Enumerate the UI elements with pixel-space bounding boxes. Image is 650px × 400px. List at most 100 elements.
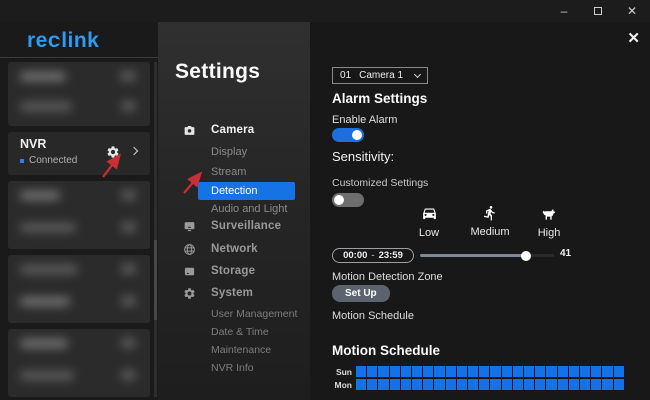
nav-item-nvr-info[interactable]: NVR Info (211, 362, 254, 374)
nvr-name: NVR (20, 137, 47, 151)
nav-section-network[interactable]: Network (183, 242, 258, 256)
schedule-cell[interactable] (501, 366, 512, 377)
schedule-cell[interactable] (580, 366, 591, 377)
camera-select-dropdown[interactable]: 01 Camera 1 (332, 67, 428, 84)
toggle-knob (334, 195, 344, 205)
schedule-cell[interactable] (367, 379, 378, 390)
schedule-cell[interactable] (602, 366, 613, 377)
schedule-cell[interactable] (456, 366, 468, 377)
nav-section-surveillance[interactable]: Surveillance (183, 219, 281, 233)
schedule-cell[interactable] (479, 366, 490, 377)
blurred-icon (120, 71, 136, 81)
schedule-cell[interactable] (490, 366, 501, 377)
schedule-cell[interactable] (535, 366, 546, 377)
schedule-cell[interactable] (602, 379, 613, 390)
dialog-close-button[interactable]: ✕ (627, 29, 640, 47)
schedule-cell[interactable] (591, 379, 602, 390)
vehicle-icon (394, 205, 464, 223)
nav-item-maintenance[interactable]: Maintenance (211, 344, 271, 356)
schedule-cell[interactable] (445, 379, 456, 390)
schedule-cell[interactable] (535, 379, 546, 390)
schedule-grid: Sun Mon (332, 366, 628, 392)
nav-item-user-management[interactable]: User Management (211, 308, 297, 320)
minimize-button[interactable]: – (552, 2, 576, 20)
nav-item-audio-and-light[interactable]: Audio and Light (211, 203, 287, 215)
maximize-icon (594, 7, 602, 15)
nav-item-stream[interactable]: Stream (211, 166, 246, 178)
camera-name: Camera 1 (359, 70, 404, 81)
schedule-cell[interactable] (512, 366, 524, 377)
gear-icon (183, 287, 196, 300)
schedule-cell[interactable] (356, 379, 367, 390)
schedule-cell[interactable] (378, 366, 389, 377)
schedule-cell[interactable] (568, 379, 580, 390)
schedule-cell[interactable] (468, 366, 479, 377)
maximize-button[interactable] (586, 2, 610, 20)
schedule-cell[interactable] (389, 379, 400, 390)
schedule-cell[interactable] (356, 366, 367, 377)
nvr-list-item[interactable]: NVR Connected (8, 132, 150, 175)
schedule-cell[interactable] (557, 379, 568, 390)
schedule-cell[interactable] (456, 379, 468, 390)
sensitivity-slider-knob[interactable] (520, 250, 531, 261)
nav-item-date-time[interactable]: Date & Time (211, 326, 269, 338)
nav-section-system[interactable]: System (183, 286, 253, 300)
schedule-day-label: Mon (334, 379, 352, 390)
nvr-settings-gear-icon[interactable] (106, 145, 120, 164)
chevron-down-icon (413, 70, 422, 79)
customized-settings-toggle[interactable] (332, 193, 364, 207)
chevron-right-icon[interactable] (129, 146, 139, 156)
sidebar-scrollbar[interactable] (154, 62, 157, 397)
schedule-cell[interactable] (423, 366, 434, 377)
blurred-icon (121, 370, 136, 380)
camera-list-item-blurred[interactable] (8, 62, 150, 126)
camera-list-item-blurred[interactable] (8, 255, 150, 323)
schedule-cell[interactable] (546, 379, 557, 390)
camera-list-item-blurred[interactable] (8, 329, 150, 397)
schedule-cell[interactable] (400, 379, 412, 390)
logo-text: re (27, 29, 48, 52)
schedule-cell[interactable] (557, 366, 568, 377)
schedule-cell[interactable] (400, 366, 412, 377)
customized-settings-label: Customized Settings (332, 177, 429, 189)
window-close-button[interactable]: ✕ (620, 2, 644, 20)
reolink-logo: reolink (27, 29, 158, 53)
schedule-cell[interactable] (613, 379, 624, 390)
schedule-cell[interactable] (501, 379, 512, 390)
time-range-field[interactable]: 00:00 - 23:59 (332, 248, 414, 263)
schedule-cell[interactable] (434, 379, 445, 390)
schedule-cell[interactable] (434, 366, 445, 377)
schedule-cell[interactable] (568, 366, 580, 377)
schedule-cell[interactable] (423, 379, 434, 390)
detection-settings-panel: ✕ 01 Camera 1 Alarm Settings Enable Alar… (310, 22, 650, 400)
schedule-cell[interactable] (512, 379, 524, 390)
nav-label: Surveillance (211, 220, 282, 232)
sensitivity-slider[interactable] (420, 248, 554, 263)
schedule-cell[interactable] (524, 379, 535, 390)
schedule-cell[interactable] (367, 366, 378, 377)
sidebar-scrollbar-thumb[interactable] (154, 240, 157, 320)
enable-alarm-toggle[interactable] (332, 128, 364, 142)
schedule-cell[interactable] (479, 379, 490, 390)
toggle-knob (352, 130, 362, 140)
schedule-cell[interactable] (591, 366, 602, 377)
sensitivity-value: 41 (560, 248, 572, 259)
schedule-cell[interactable] (445, 366, 456, 377)
camera-list-item-blurred[interactable] (8, 181, 150, 249)
schedule-cell[interactable] (490, 379, 501, 390)
schedule-cell[interactable] (412, 379, 423, 390)
set-up-button[interactable]: Set Up (332, 285, 390, 302)
nav-section-storage[interactable]: Storage (183, 264, 255, 278)
schedule-cell[interactable] (524, 366, 535, 377)
schedule-cell[interactable] (546, 366, 557, 377)
nav-item-display[interactable]: Display (211, 146, 247, 158)
schedule-cell[interactable] (468, 379, 479, 390)
schedule-cell[interactable] (412, 366, 423, 377)
blurred-text (20, 102, 72, 111)
schedule-cell[interactable] (389, 366, 400, 377)
schedule-cell[interactable] (378, 379, 389, 390)
nav-item-detection-selected[interactable]: Detection (198, 182, 295, 200)
nav-section-camera[interactable]: Camera (183, 123, 254, 137)
schedule-cell[interactable] (580, 379, 591, 390)
schedule-cell[interactable] (613, 366, 624, 377)
